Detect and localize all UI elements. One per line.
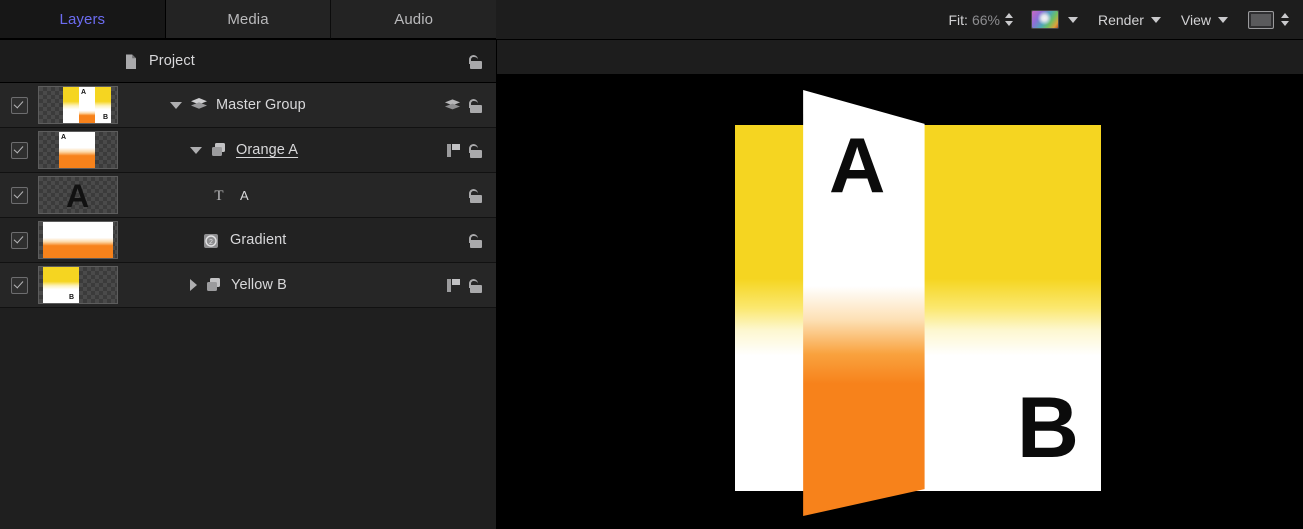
project-label: Project (149, 53, 195, 69)
composition-stage: B A (497, 74, 1303, 529)
project-right-icons (426, 54, 496, 69)
text-a-label: A (240, 187, 249, 203)
svg-text:2: 2 (209, 239, 213, 246)
layers-stack-icon[interactable] (444, 98, 461, 112)
color-swatch-chevron-down-icon[interactable] (1067, 16, 1078, 23)
viewer-panel: B A (497, 40, 1303, 529)
tab-layers[interactable]: Layers (0, 0, 166, 39)
master-group-enable-cell (0, 96, 38, 114)
gradient-enable-cell (0, 231, 38, 249)
layer-thumbnail: A B (38, 86, 118, 124)
checkbox-checked-icon[interactable] (10, 186, 28, 204)
color-wheel-swatch-icon[interactable] (1030, 10, 1059, 29)
orange-a-right-icons (426, 143, 496, 158)
viewer-toolbar: Fit: 66% Render View (496, 0, 1303, 39)
group-flag-icon[interactable] (446, 278, 461, 293)
orange-a-plane[interactable] (497, 74, 1303, 529)
layer-row-project[interactable]: Project (0, 40, 496, 83)
fit-label: Fit: (948, 11, 968, 28)
master-group-label: Master Group (216, 97, 306, 113)
text-a-enable-cell (0, 186, 38, 204)
gradient-generator-icon: 2 (202, 232, 220, 248)
render-menu-button[interactable]: Render (1098, 0, 1181, 39)
unlocked-padlock-icon[interactable] (468, 278, 482, 293)
group-flag-icon[interactable] (446, 143, 461, 158)
fit-control[interactable]: Fit: 66% (949, 0, 1031, 39)
layer-row-master-group[interactable]: A B Master Group (0, 83, 496, 128)
text-tool-icon: T (210, 187, 228, 203)
rectangle-mask-icon[interactable] (1248, 10, 1274, 29)
viewer-layout-control[interactable] (1248, 0, 1289, 39)
render-menu-label: Render (1097, 11, 1144, 28)
yellow-b-enable-cell (0, 276, 38, 294)
orange-a-thumb-cell: A (38, 131, 122, 169)
orange-a-name-cell: Orange A (122, 142, 426, 158)
panel-tab-bar: Layers Media Audio (0, 0, 497, 39)
view-menu-button[interactable]: View (1181, 0, 1248, 39)
motion-app-window: Layers Media Audio Fit: 66% Render View … (0, 0, 1303, 529)
tab-layers-label: Layers (59, 10, 106, 28)
master-group-name-cell: Master Group (122, 97, 426, 113)
yellow-b-name-cell: Yellow B (122, 277, 426, 293)
yellow-b-thumb-cell: B (38, 266, 122, 304)
triangle-right-icon[interactable] (190, 279, 197, 291)
layer-thumbnail: A (38, 131, 118, 169)
plane-a-letter: A (829, 121, 886, 209)
fit-value: 66% (971, 11, 1000, 28)
top-bar: Layers Media Audio Fit: 66% Render View (0, 0, 1303, 40)
tab-audio[interactable]: Audio (331, 0, 497, 39)
text-a-right-icons (426, 188, 496, 203)
gradient-right-icons (426, 233, 496, 248)
yellow-b-right-icons (426, 278, 496, 293)
tab-media-label: Media (227, 10, 269, 28)
gradient-label: Gradient (230, 232, 287, 248)
layers-stack-icon (190, 97, 208, 113)
triangle-down-icon[interactable] (190, 146, 202, 154)
group-icon (210, 142, 228, 158)
layer-row-orange-a[interactable]: A Orange A (0, 128, 496, 173)
layer-row-text-a[interactable]: A T A (0, 173, 496, 218)
group-icon (205, 277, 223, 293)
layer-row-yellow-b[interactable]: B Yellow B (0, 263, 496, 308)
main-body: Project A B Master Group A Orange A A T … (0, 40, 1303, 529)
layers-panel: Project A B Master Group A Orange A A T … (0, 40, 497, 529)
layer-thumbnail: A (38, 176, 118, 214)
gradient-thumb-cell (38, 221, 122, 259)
checkbox-checked-icon[interactable] (10, 276, 28, 294)
viewer-canvas[interactable]: B A (497, 74, 1303, 529)
unlocked-padlock-icon[interactable] (468, 188, 482, 203)
checkbox-checked-icon[interactable] (10, 141, 28, 159)
fit-stepper-icon[interactable] (1004, 13, 1013, 26)
view-chevron-down-icon (1218, 16, 1228, 23)
document-icon (122, 53, 140, 69)
tab-media[interactable]: Media (165, 0, 332, 39)
layer-row-gradient[interactable]: 2 Gradient (0, 218, 496, 263)
yellow-b-label: Yellow B (231, 277, 287, 293)
orange-a-enable-cell (0, 141, 38, 159)
text-a-thumb-cell: A (38, 176, 122, 214)
checkbox-checked-icon[interactable] (10, 96, 28, 114)
render-chevron-down-icon (1150, 16, 1161, 23)
orange-a-label[interactable]: Orange A (236, 142, 298, 158)
svg-text:T: T (214, 188, 223, 203)
text-a-name-cell: T A (122, 187, 426, 204)
unlocked-padlock-icon[interactable] (468, 98, 482, 113)
master-group-right-icons (426, 98, 496, 113)
triangle-down-icon[interactable] (170, 101, 182, 109)
project-name-cell: Project (122, 53, 426, 69)
unlocked-padlock-icon[interactable] (468, 143, 482, 158)
master-group-thumb-cell: A B (38, 86, 122, 124)
tab-audio-label: Audio (394, 10, 434, 28)
layer-thumbnail (38, 221, 118, 259)
color-channel-control[interactable] (1030, 0, 1098, 39)
checkbox-checked-icon[interactable] (10, 231, 28, 249)
gradient-name-cell: 2 Gradient (122, 232, 426, 248)
unlocked-padlock-icon[interactable] (468, 233, 482, 248)
viewer-layout-stepper-icon[interactable] (1281, 13, 1289, 26)
orange-a-plane-wrapper: A (497, 74, 1303, 529)
view-menu-label: View (1180, 11, 1211, 28)
unlocked-padlock-icon[interactable] (468, 54, 482, 69)
layer-thumbnail: B (38, 266, 118, 304)
